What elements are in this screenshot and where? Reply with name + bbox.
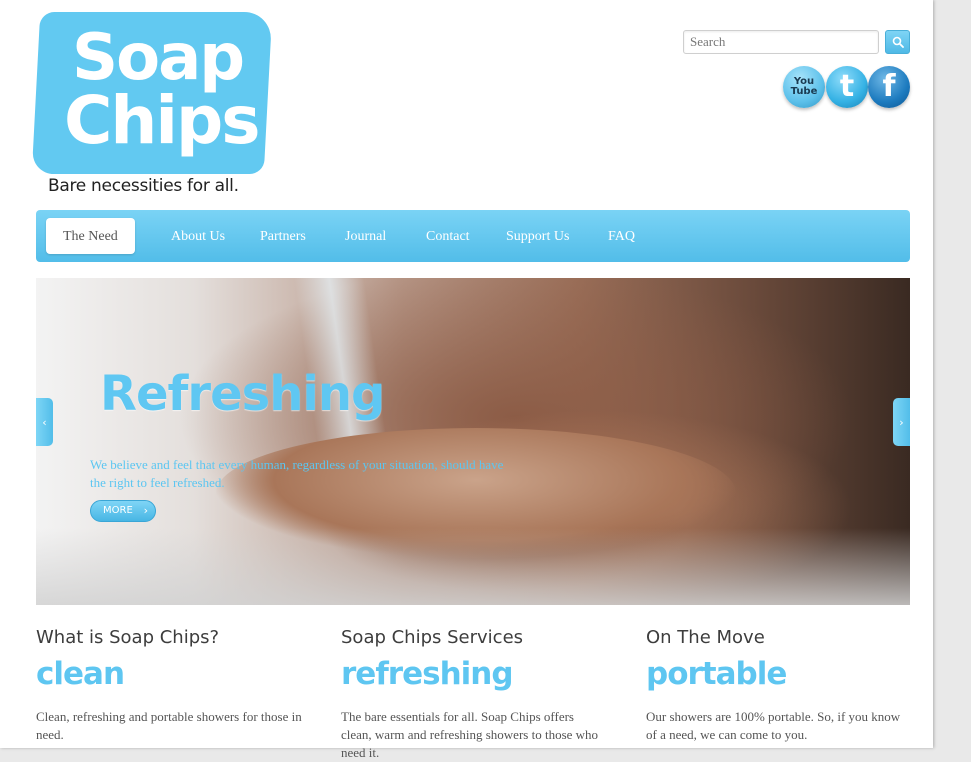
nav-item-faq[interactable]: FAQ (608, 210, 635, 262)
nav-item-partners[interactable]: Partners (260, 210, 306, 262)
slider-next-button[interactable]: › (893, 398, 910, 446)
hero-slider: Refreshing We believe and feel that ever… (36, 278, 910, 605)
feature-column-clean: What is Soap Chips? clean Clean, refresh… (36, 627, 302, 744)
feature-column-refreshing: Soap Chips Services refreshing The bare … (341, 627, 607, 762)
column-keyword: refreshing (341, 656, 514, 692)
hero-water-stream (294, 278, 388, 448)
nav-item-journal[interactable]: Journal (345, 210, 386, 262)
main-nav: The Need About Us Partners Journal Conta… (36, 210, 910, 262)
chevron-right-icon: › (899, 415, 904, 429)
hero-sink (36, 528, 910, 605)
column-heading: Soap Chips Services (341, 627, 524, 648)
search-icon (892, 36, 904, 48)
column-text: Clean, refreshing and portable showers f… (36, 709, 302, 742)
logo-word-chips: Chips (64, 82, 261, 159)
more-button-label: MORE (103, 505, 133, 516)
youtube-button[interactable]: You Tube (783, 66, 825, 108)
facebook-button[interactable]: f (868, 66, 910, 108)
column-heading: On The Move (646, 627, 765, 648)
chevron-left-icon: ‹ (42, 415, 47, 429)
nav-item-contact[interactable]: Contact (426, 210, 470, 262)
hero-title: Refreshing (100, 366, 385, 422)
search-input[interactable] (683, 30, 879, 54)
nav-item-support-us[interactable]: Support Us (506, 210, 569, 262)
column-text: Our showers are 100% portable. So, if yo… (646, 709, 901, 742)
column-keyword: clean (36, 656, 125, 692)
facebook-icon: f (882, 68, 896, 104)
column-heading: What is Soap Chips? (36, 627, 220, 648)
feature-column-portable: On The Move portable Our showers are 100… (646, 627, 912, 744)
twitter-icon: t (839, 68, 855, 104)
chevron-right-icon: › (143, 504, 148, 517)
logo-tagline: Bare necessities for all. (48, 176, 239, 196)
nav-item-the-need[interactable]: The Need (46, 218, 135, 254)
search-button[interactable] (885, 30, 910, 54)
youtube-icon-line2: Tube (790, 86, 818, 97)
youtube-icon: You Tube (791, 77, 818, 97)
twitter-button[interactable]: t (826, 66, 868, 108)
logo[interactable]: Soap Chips Bare necessities for all. (31, 12, 273, 198)
slider-prev-button[interactable]: ‹ (36, 398, 53, 446)
nav-item-about-us[interactable]: About Us (171, 210, 225, 262)
column-text: The bare essentials for all. Soap Chips … (341, 709, 599, 760)
more-button[interactable]: MORE › (90, 500, 156, 522)
hero-text: We believe and feel that every human, re… (90, 457, 504, 490)
page: Soap Chips Bare necessities for all. You… (0, 0, 933, 760)
column-keyword: portable (646, 656, 787, 692)
logo-word-soap: Soap (72, 21, 245, 95)
